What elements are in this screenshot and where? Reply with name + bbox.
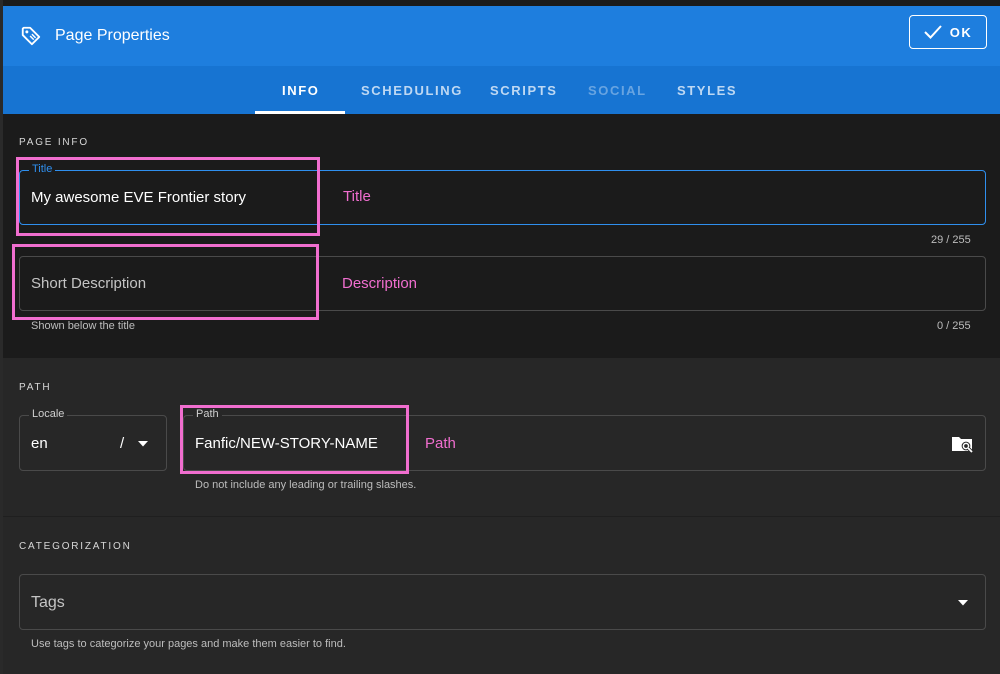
caret-down-icon[interactable] [958,600,968,606]
tab-scheduling[interactable]: SCHEDULING [361,83,463,98]
section-divider [3,516,1000,517]
title-counter: 29 / 255 [931,234,971,246]
description-counter: 0 / 255 [937,320,971,332]
description-highlight-box [12,244,319,320]
dialog-title: Page Properties [55,27,170,44]
path-hint: Do not include any leading or trailing s… [195,479,417,491]
page-info-heading: PAGE INFO [19,137,89,148]
tags-input[interactable]: Tags [31,594,65,612]
check-icon [924,25,942,39]
folder-search-icon[interactable] [951,434,975,454]
path-heading: PATH [19,382,52,393]
caret-down-icon[interactable] [138,441,148,447]
ok-button-label: OK [949,24,973,40]
title-annotation: Title [343,188,371,205]
tab-bar: INFO SCHEDULING SCRIPTS SOCIAL STYLES [3,66,1000,114]
tab-scripts[interactable]: SCRIPTS [490,83,558,98]
locale-value: en [31,435,48,452]
tag-icon [21,26,41,46]
page-info-section [3,114,1000,358]
path-highlight-box [180,405,409,474]
locale-legend: Locale [29,408,68,420]
dialog-header: Page Properties OK [3,6,1000,66]
tab-social: SOCIAL [588,83,647,98]
tags-field[interactable]: Tags [19,574,986,630]
description-hint: Shown below the title [31,320,135,332]
ok-button[interactable]: OK [909,15,987,49]
description-annotation: Description [342,275,418,292]
locale-separator: / [120,435,125,452]
tab-info[interactable]: INFO [282,83,319,98]
tags-hint: Use tags to categorize your pages and ma… [31,638,346,650]
title-highlight-box [16,157,320,236]
locale-select[interactable]: Locale en / [19,408,167,471]
categorization-heading: CATEGORIZATION [19,541,132,552]
tab-styles[interactable]: STYLES [677,83,737,98]
path-annotation: Path [425,435,456,452]
